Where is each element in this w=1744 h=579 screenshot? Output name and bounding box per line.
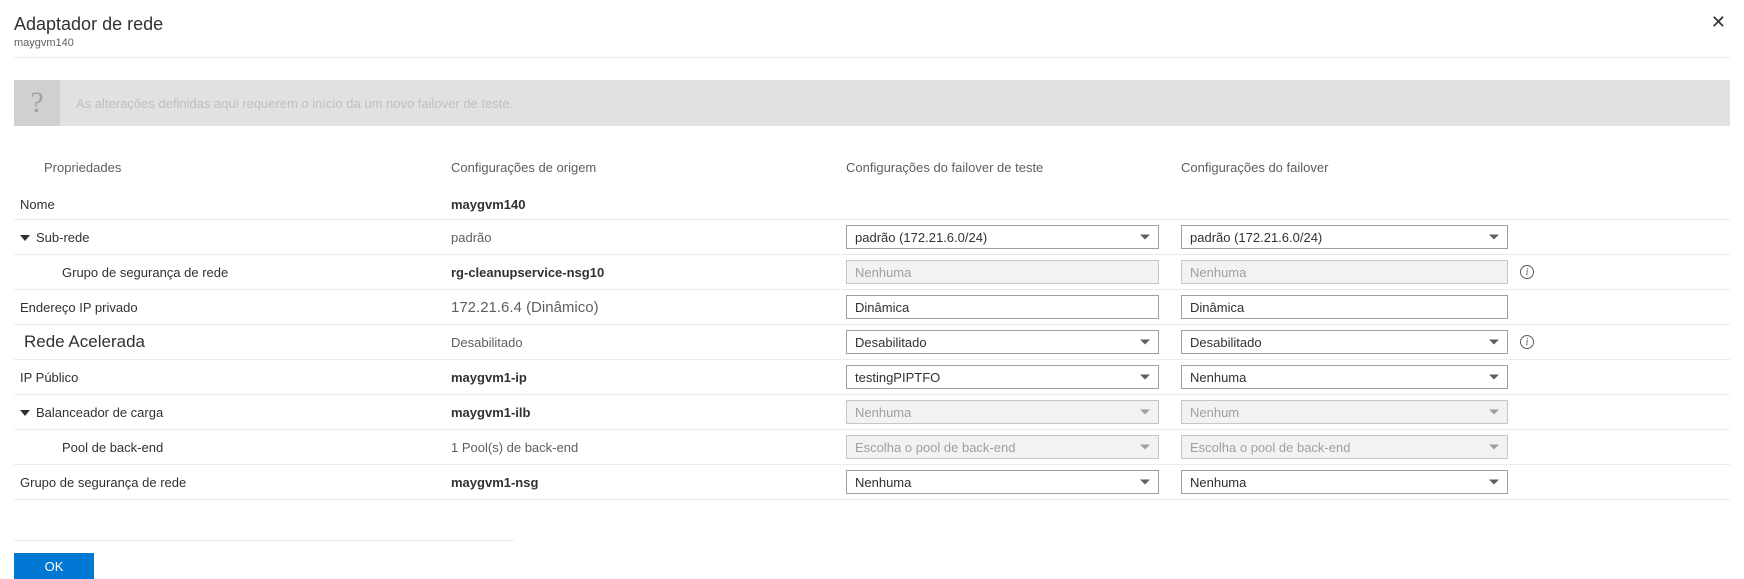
fo-public-ip-select[interactable]: Nenhuma	[1181, 365, 1508, 389]
info-banner-text: As alterações definidas aqui requerem o …	[60, 96, 513, 111]
label-subnet: Sub-rede	[14, 227, 449, 248]
label-accelerated-networking: Rede Acelerada	[14, 329, 449, 355]
tfo-backend-pool-select: Escolha o pool de back-end	[846, 435, 1159, 459]
blade-header: Adaptador de rede maygvm140	[14, 14, 1730, 49]
fo-accelerated-networking-select[interactable]: Desabilitado	[1181, 330, 1508, 354]
col-header-properties: Propriedades	[14, 157, 449, 178]
tfo-load-balancer-select: Nenhuma	[846, 400, 1159, 424]
source-load-balancer: maygvm1-ilb	[449, 402, 844, 423]
column-header-row: Propriedades Configurações de origem Con…	[14, 152, 1730, 182]
label-name: Nome	[14, 194, 449, 215]
source-accelerated-networking: Desabilitado	[449, 332, 844, 353]
info-icon[interactable]: i	[1520, 335, 1534, 349]
row-subnet: Sub-rede padrão padrão (172.21.6.0/24) p…	[14, 220, 1730, 255]
fo-backend-pool-select: Escolha o pool de back-end	[1181, 435, 1508, 459]
col-header-test-failover: Configurações do failover de teste	[844, 157, 1179, 178]
info-banner: ? As alterações definidas aqui requerem …	[14, 80, 1730, 126]
tfo-subnet-select[interactable]: padrão (172.21.6.0/24)	[846, 225, 1159, 249]
source-name: maygvm140	[449, 194, 844, 215]
tfo-nsg-inner-input: Nenhuma	[846, 260, 1159, 284]
tfo-nsg-outer-select[interactable]: Nenhuma	[846, 470, 1159, 494]
label-backend-pool: Pool de back-end	[14, 437, 449, 458]
row-private-ip: Endereço IP privado 172.21.6.4 (Dinâmico…	[14, 290, 1730, 325]
source-public-ip: maygvm1-ip	[449, 367, 844, 388]
fo-nsg-inner-input: Nenhuma	[1181, 260, 1508, 284]
blade-title: Adaptador de rede	[14, 14, 1730, 35]
fo-nsg-outer-select[interactable]: Nenhuma	[1181, 470, 1508, 494]
row-backend-pool: Pool de back-end 1 Pool(s) de back-end E…	[14, 430, 1730, 465]
label-load-balancer: Balanceador de carga	[14, 402, 449, 423]
tfo-private-ip-input[interactable]: Dinâmica	[846, 295, 1159, 319]
info-icon[interactable]: i	[1520, 265, 1534, 279]
label-nsg-inner: Grupo de segurança de rede	[14, 262, 449, 283]
label-private-ip: Endereço IP privado	[14, 297, 449, 318]
caret-down-icon[interactable]	[20, 410, 30, 416]
row-nsg-inner: Grupo de segurança de rede rg-cleanupser…	[14, 255, 1730, 290]
tfo-accelerated-networking-select[interactable]: Desabilitado	[846, 330, 1159, 354]
source-subnet: padrão	[449, 227, 844, 248]
label-nsg-outer: Grupo de segurança de rede	[14, 472, 449, 493]
fo-subnet-select[interactable]: padrão (172.21.6.0/24)	[1181, 225, 1508, 249]
col-header-source: Configurações de origem	[449, 157, 844, 178]
footer: OK	[14, 540, 514, 579]
close-button[interactable]: ✕	[1711, 12, 1726, 33]
row-name: Nome maygvm140	[14, 190, 1730, 220]
header-divider	[14, 57, 1730, 58]
row-public-ip: IP Público maygvm1-ip testingPIPTFO Nenh…	[14, 360, 1730, 395]
source-nsg-inner: rg-cleanupservice-nsg10	[449, 262, 844, 283]
fo-load-balancer-select: Nenhum	[1181, 400, 1508, 424]
question-icon: ?	[14, 80, 60, 126]
col-header-failover: Configurações do failover	[1179, 157, 1514, 178]
source-nsg-outer: maygvm1-nsg	[449, 472, 844, 493]
label-public-ip: IP Público	[14, 367, 449, 388]
source-private-ip: 172.21.6.4 (Dinâmico)	[449, 296, 844, 319]
blade-subtitle: maygvm140	[14, 37, 1730, 49]
row-load-balancer: Balanceador de carga maygvm1-ilb Nenhuma…	[14, 395, 1730, 430]
source-backend-pool: 1 Pool(s) de back-end	[449, 437, 844, 458]
caret-down-icon[interactable]	[20, 235, 30, 241]
settings-grid: Propriedades Configurações de origem Con…	[14, 152, 1730, 500]
fo-private-ip-input[interactable]: Dinâmica	[1181, 295, 1508, 319]
row-accelerated-networking: Rede Acelerada Desabilitado Desabilitado…	[14, 325, 1730, 360]
tfo-public-ip-select[interactable]: testingPIPTFO	[846, 365, 1159, 389]
row-nsg-outer: Grupo de segurança de rede maygvm1-nsg N…	[14, 465, 1730, 500]
ok-button[interactable]: OK	[14, 553, 94, 579]
